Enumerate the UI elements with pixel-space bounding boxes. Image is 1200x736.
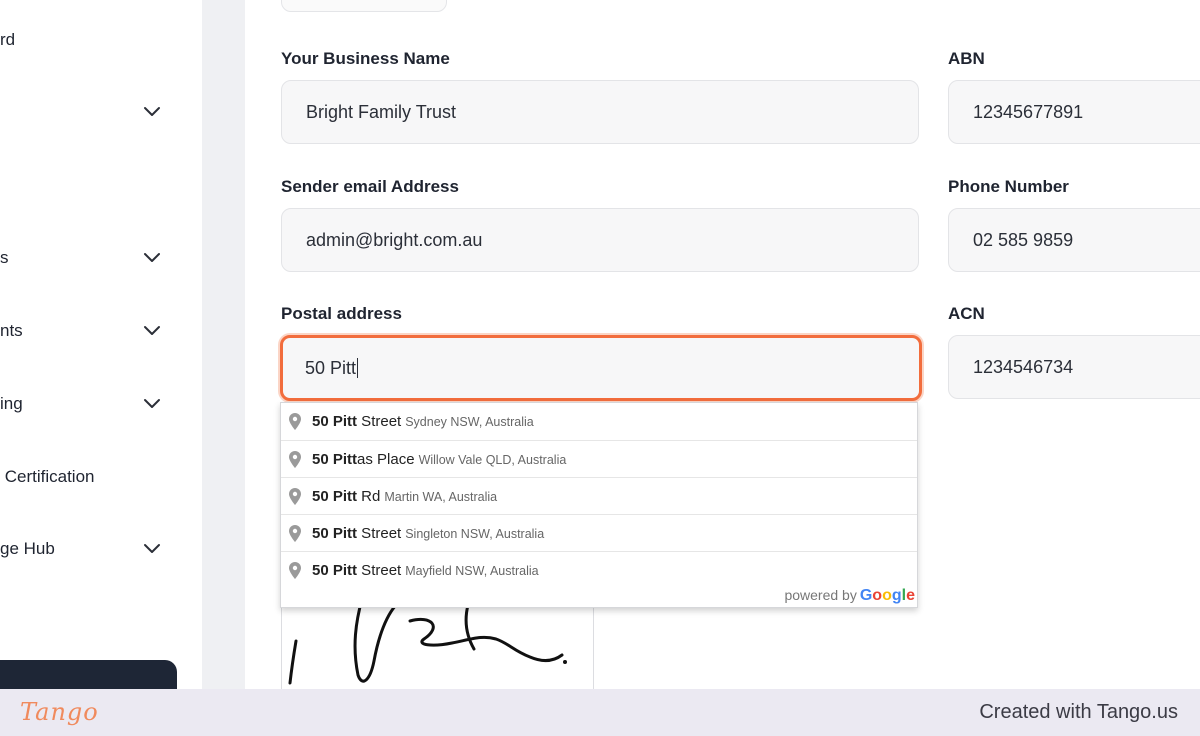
sidebar-item-s[interactable]: s — [0, 238, 202, 278]
phone-number-value: 02 585 9859 — [973, 229, 1074, 250]
map-pin-icon — [289, 525, 301, 542]
sidebar-item-label: ge Hub — [0, 539, 55, 558]
sidebar-active-block[interactable] — [0, 660, 177, 689]
suggestion-main-text: 50 Pitt Street Sydney NSW, Australia — [312, 413, 534, 430]
acn-label: ACN — [948, 304, 985, 323]
chevron-down-icon[interactable] — [143, 250, 161, 266]
map-pin-icon — [289, 413, 301, 430]
tango-credit: Created with Tango.us — [979, 701, 1178, 723]
postal-address-label: Postal address — [281, 304, 402, 323]
sidebar-item-label: ing — [0, 394, 23, 413]
sidebar-item-nts[interactable]: nts — [0, 311, 202, 351]
suggestion-main-text: 50 Pitt Street Mayfield NSW, Australia — [312, 561, 539, 579]
powered-by-text: powered by — [784, 587, 857, 603]
sidebar-item-ing[interactable]: ing — [0, 384, 202, 424]
sidebar-item-label: s — [0, 248, 9, 267]
settings-form: Your Business Name Bright Family Trust A… — [245, 0, 1200, 689]
sidebar-item-label: nts — [0, 321, 23, 340]
chevron-down-icon[interactable] — [143, 541, 161, 557]
sidebar-item-collapsed[interactable] — [0, 92, 202, 132]
autocomplete-suggestion[interactable]: 50 Pittas Place Willow Vale QLD, Australi… — [281, 440, 917, 477]
phone-number-input[interactable]: 02 585 9859 — [948, 208, 1200, 272]
abn-value: 12345677891 — [973, 101, 1084, 122]
suggestion-main-text: 50 Pitt Street Singleton NSW, Australia — [312, 524, 545, 542]
acn-input[interactable]: 1234546734 — [948, 335, 1200, 399]
sidebar-item-label: rd — [0, 30, 16, 49]
phone-number-label: Phone Number — [948, 177, 1069, 196]
sidebar-item-label: Certification — [0, 467, 95, 486]
suggestion-main-text: 50 Pitt Rd Martin WA, Australia — [312, 487, 498, 505]
previous-field[interactable] — [281, 0, 447, 12]
sender-email-input[interactable]: admin@bright.com.au — [281, 208, 919, 272]
suggestion-main-text: 50 Pittas Place Willow Vale QLD, Australi… — [312, 450, 567, 468]
google-logo: Google — [859, 587, 915, 604]
autocomplete-suggestion[interactable]: 50 Pitt Rd Martin WA, Australia — [281, 477, 917, 514]
sidebar-item-certification[interactable]: Certification — [0, 457, 202, 497]
sidebar: rd s nts ing Certification ge Hub — [0, 0, 202, 689]
address-autocomplete-dropdown: 50 Pitt Street Sydney NSW, Australia 50 P… — [280, 402, 918, 608]
postal-address-value: 50 Pitt — [305, 357, 357, 378]
acn-value: 1234546734 — [973, 356, 1074, 377]
sender-email-label: Sender email Address — [281, 177, 459, 196]
autocomplete-suggestion[interactable]: 50 Pitt Street Mayfield NSW, Australia — [281, 551, 917, 588]
chevron-down-icon[interactable] — [143, 396, 161, 412]
tango-logo: Tango — [20, 698, 99, 726]
sidebar-item-dashboard[interactable]: rd — [0, 20, 202, 60]
map-pin-icon — [289, 488, 301, 505]
map-pin-icon — [289, 562, 301, 579]
abn-input[interactable]: 12345677891 — [948, 80, 1200, 144]
map-pin-icon — [289, 451, 301, 468]
abn-label: ABN — [948, 49, 985, 68]
autocomplete-suggestion[interactable]: 50 Pitt Street Sydney NSW, Australia — [281, 403, 917, 440]
chevron-down-icon[interactable] — [143, 323, 161, 339]
powered-by-google: powered by Google — [784, 587, 915, 605]
chevron-down-icon[interactable] — [143, 104, 161, 120]
autocomplete-suggestion[interactable]: 50 Pitt Street Singleton NSW, Australia — [281, 514, 917, 551]
business-name-value: Bright Family Trust — [306, 101, 457, 122]
business-name-input[interactable]: Bright Family Trust — [281, 80, 919, 144]
business-name-label: Your Business Name — [281, 49, 450, 68]
postal-address-input[interactable]: 50 Pitt — [280, 335, 922, 401]
content-gutter — [202, 0, 245, 689]
sidebar-item-knowledge-hub[interactable]: ge Hub — [0, 529, 202, 569]
sender-email-value: admin@bright.com.au — [306, 229, 483, 250]
text-caret — [357, 358, 359, 378]
